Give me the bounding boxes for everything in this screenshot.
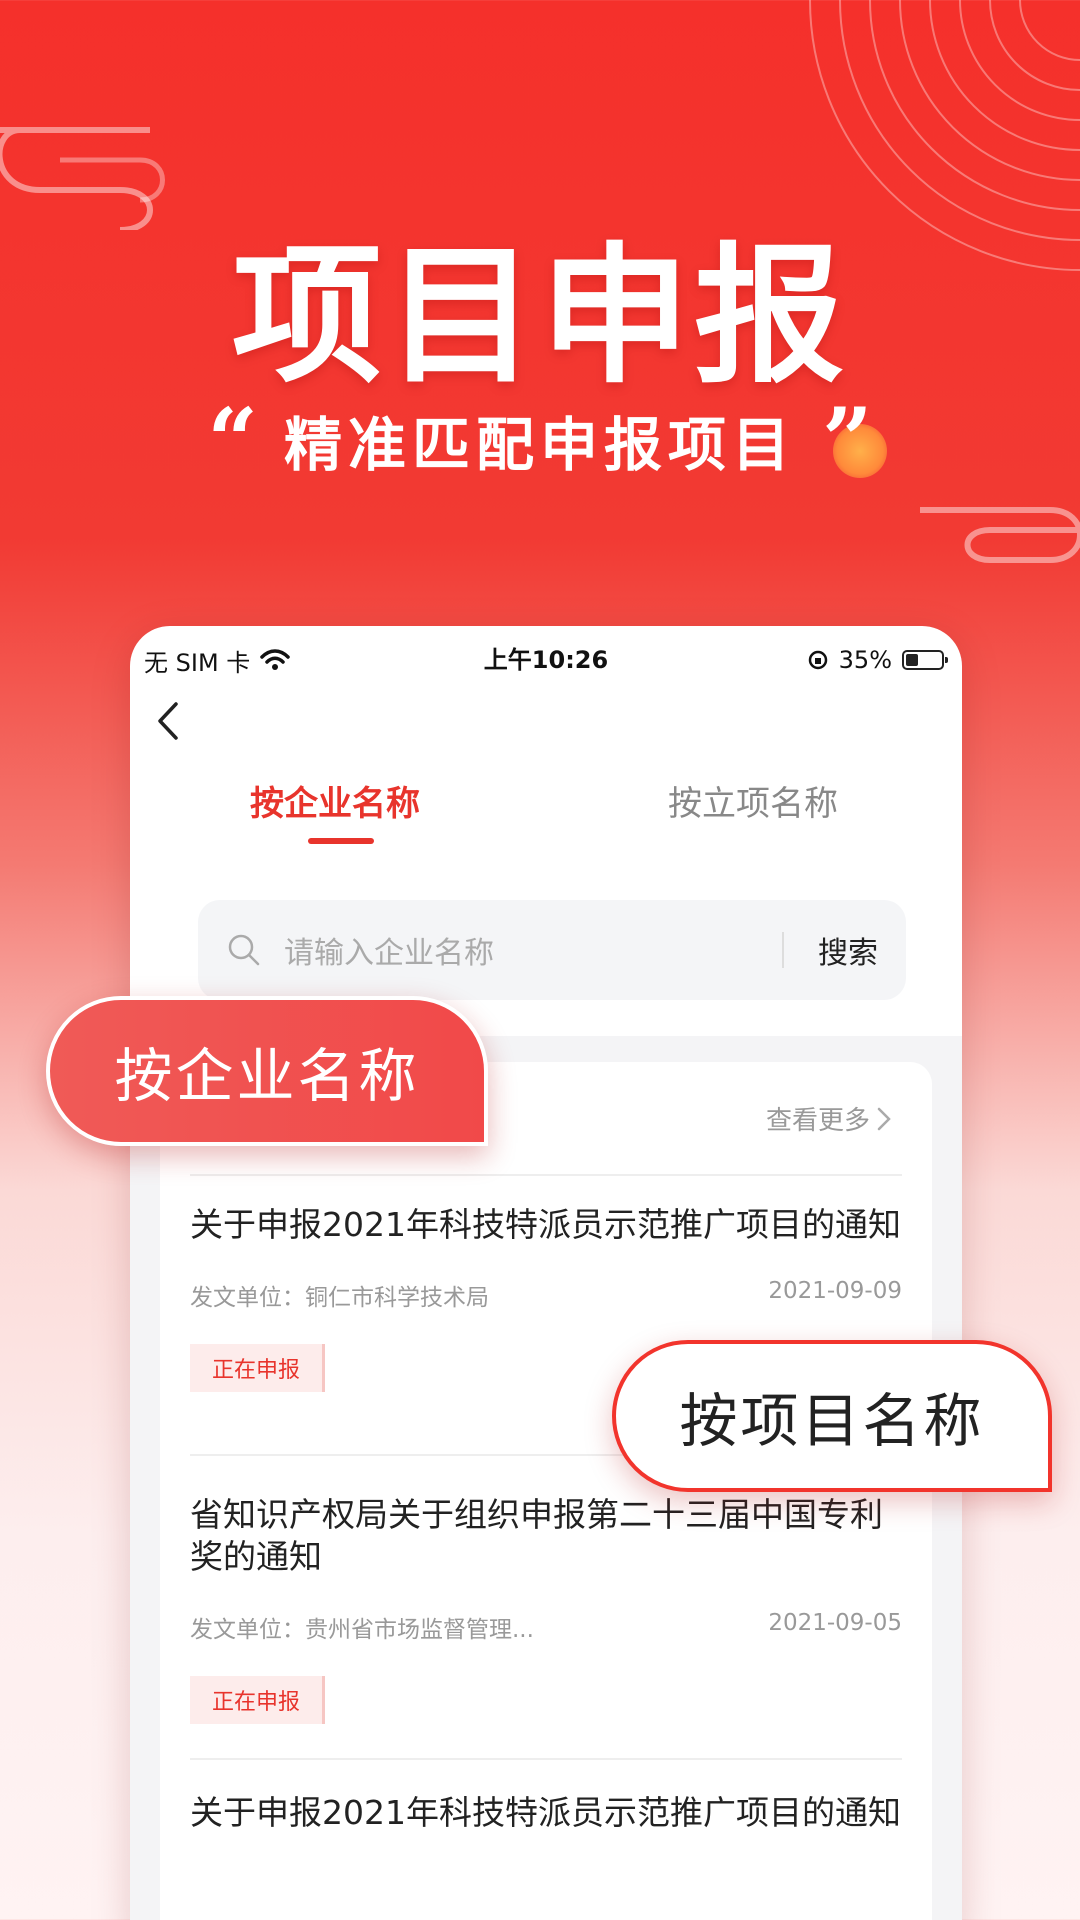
chevron-right-icon (877, 1107, 891, 1130)
search-divider (782, 932, 784, 968)
hero-subtitle-text: 精准匹配申报项目 (283, 411, 796, 479)
orientation-lock-icon (808, 650, 827, 670)
notice-title: 省知识产权局关于组织申报第二十三届中国专利奖的通知 (190, 1495, 883, 1576)
status-bar: 无 SIM 卡 上午10:26 35% (130, 626, 962, 682)
notice-title: 关于申报2021年科技特派员示范推广项目的通知 (190, 1205, 901, 1244)
search-icon (228, 934, 260, 966)
status-badge: 正在申报 (190, 1676, 326, 1724)
divider (190, 1758, 902, 1760)
tab-by-company-name[interactable]: 按企业名称 (250, 776, 420, 825)
hero-subtitle: “ 精准匹配申报项目 ” (0, 388, 1080, 492)
callout-by-company-name: 按企业名称 (46, 996, 488, 1146)
active-tab-indicator (308, 838, 374, 844)
wifi-icon (260, 649, 291, 670)
hero-title: 项目申报 (231, 228, 848, 404)
notice-date: 2021-09-09 (768, 1278, 902, 1304)
search-input[interactable]: 请输入企业名称 (284, 928, 782, 972)
search-bar[interactable]: 请输入企业名称 搜索 (198, 900, 906, 1000)
close-quote-icon: ” (822, 388, 887, 492)
notice-issuer: 发文单位：铜仁市科学技术局 (190, 1285, 489, 1311)
list-item[interactable]: 省知识产权局关于组织申报第二十三届中国专利奖的通知 发文单位：贵州省市场监督管理… (190, 1494, 902, 1724)
search-button[interactable]: 搜索 (818, 928, 878, 972)
view-more-link[interactable]: 查看更多 (766, 1100, 892, 1137)
notice-meta: 发文单位：贵州省市场监督管理... 2021-09-05 (190, 1610, 902, 1644)
battery-percent: 35% (838, 646, 892, 674)
list-item[interactable]: 关于申报2021年科技特派员示范推广项目的通知 (190, 1792, 902, 1834)
battery-icon (902, 650, 948, 670)
notice-title: 关于申报2021年科技特派员示范推广项目的通知 (190, 1793, 901, 1832)
search-mode-tabs: 按企业名称 按立项名称 (130, 776, 962, 856)
tab-by-project-name[interactable]: 按立项名称 (668, 776, 838, 825)
view-more-label: 查看更多 (765, 1106, 870, 1136)
notice-date: 2021-09-05 (768, 1610, 902, 1636)
back-chevron-icon[interactable] (148, 696, 188, 746)
callout-by-project-name: 按项目名称 (612, 1340, 1052, 1492)
carrier-label: 无 SIM 卡 (144, 648, 251, 677)
notice-issuer: 发文单位：贵州省市场监督管理... (190, 1617, 534, 1643)
phone-screen: 无 SIM 卡 上午10:26 35% 按企业名称 按立项名称 请输入企业名称 … (130, 626, 962, 1920)
cloud-swirl-decoration (920, 507, 1080, 563)
open-quote-icon: “ (207, 388, 258, 492)
divider (190, 1174, 902, 1176)
notice-meta: 发文单位：铜仁市科学技术局 2021-09-09 (190, 1278, 902, 1312)
status-badge: 正在申报 (190, 1344, 326, 1392)
